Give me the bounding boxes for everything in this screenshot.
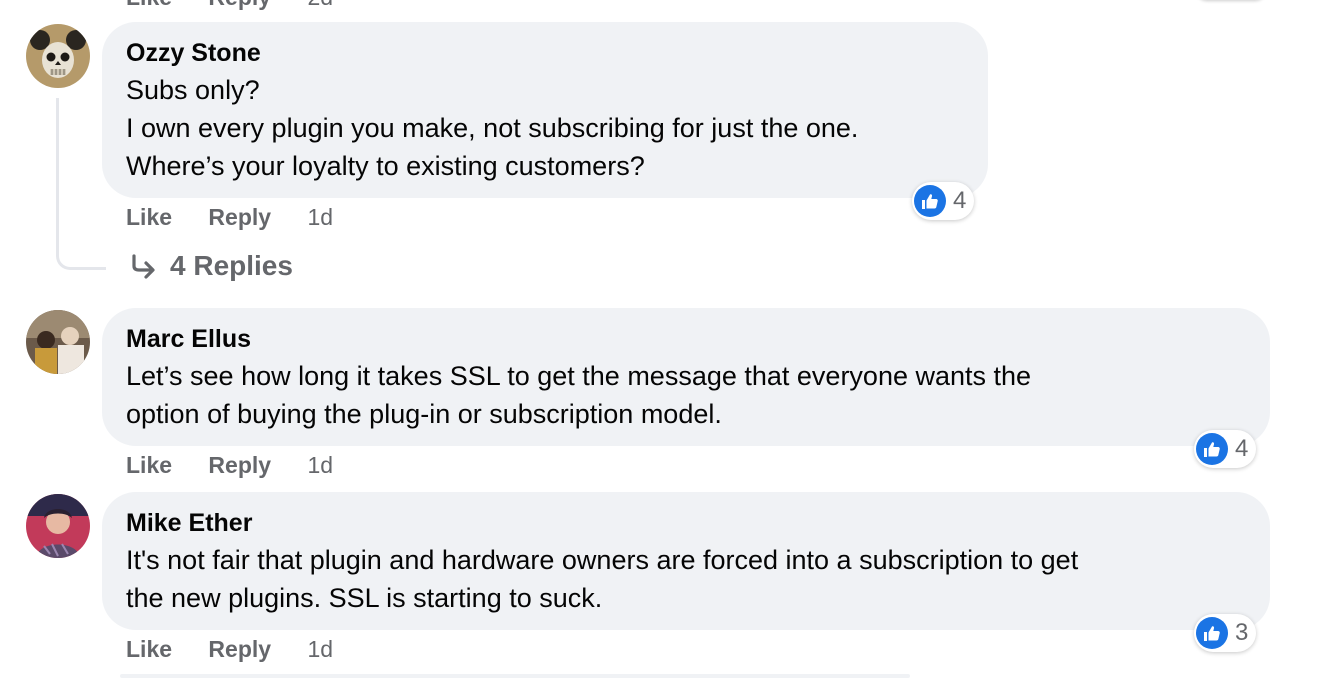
- comment-text-line: the new plugins. SSL is starting to suck…: [126, 583, 603, 613]
- view-replies-link[interactable]: 4 Replies: [130, 250, 293, 282]
- comment-time[interactable]: 1d: [307, 452, 333, 478]
- comment-bubble: Ozzy Stone Subs only? I own every plugin…: [102, 22, 988, 198]
- comment-author[interactable]: Marc Ellus: [126, 324, 1246, 354]
- comment-author[interactable]: Ozzy Stone: [126, 38, 964, 68]
- reply-arrow-icon: [132, 254, 155, 279]
- reaction-count: 3: [1235, 619, 1249, 646]
- comment-actions: Like Reply 1d: [126, 450, 333, 480]
- replies-count-label: 4 Replies: [170, 250, 293, 281]
- photo-avatar-icon: [26, 310, 90, 374]
- thumbs-up-icon: [1196, 433, 1228, 465]
- comment-time[interactable]: 1d: [307, 204, 333, 230]
- thumbs-up-icon: [914, 185, 946, 217]
- avatar[interactable]: [26, 494, 90, 558]
- reply-button[interactable]: Reply: [208, 0, 271, 10]
- reaction-badge[interactable]: 3: [1194, 614, 1257, 652]
- comment-actions: Like Reply 1d: [126, 202, 333, 232]
- reaction-badge[interactable]: 4: [912, 182, 975, 220]
- reaction-count: 4: [953, 187, 967, 214]
- comment-text-line: It's not fair that plugin and hardware o…: [126, 545, 1079, 575]
- reply-button[interactable]: Reply: [208, 636, 271, 662]
- skull-mouse-avatar-icon: [26, 24, 90, 88]
- avatar[interactable]: [26, 24, 90, 88]
- like-button[interactable]: Like: [126, 452, 172, 478]
- comment-text-line: Where’s your loyalty to existing custome…: [126, 151, 645, 181]
- comment-text-line: option of buying the plug-in or subscrip…: [126, 399, 722, 429]
- like-button[interactable]: Like: [126, 636, 172, 662]
- comment-time[interactable]: 1d: [307, 636, 333, 662]
- portrait-avatar-icon: [26, 494, 90, 558]
- comment-bubble: Marc Ellus Let’s see how long it takes S…: [102, 308, 1270, 446]
- previous-comment-actions: Like Reply 2d: [126, 0, 363, 11]
- reply-button[interactable]: Reply: [208, 204, 271, 230]
- comment-bubble: Mike Ether It's not fair that plugin and…: [102, 492, 1270, 630]
- comment-text-line: Let’s see how long it takes SSL to get t…: [126, 361, 1032, 391]
- comment-time: 2d: [307, 0, 333, 10]
- like-button[interactable]: Like: [126, 0, 172, 10]
- reaction-count: 4: [1235, 435, 1249, 462]
- reply-button[interactable]: Reply: [208, 452, 271, 478]
- like-button[interactable]: Like: [126, 204, 172, 230]
- comment-author[interactable]: Mike Ether: [126, 508, 1246, 538]
- next-comment-edge: [120, 674, 910, 678]
- thumbs-up-icon: [1196, 617, 1228, 649]
- comment-text-line: I own every plugin you make, not subscri…: [126, 113, 859, 143]
- avatar[interactable]: [26, 310, 90, 374]
- thread-connector-line: [56, 98, 106, 270]
- comment-text-line: Subs only?: [126, 75, 260, 105]
- comment-actions: Like Reply 1d: [126, 634, 333, 664]
- reaction-badge[interactable]: 4: [1194, 430, 1257, 468]
